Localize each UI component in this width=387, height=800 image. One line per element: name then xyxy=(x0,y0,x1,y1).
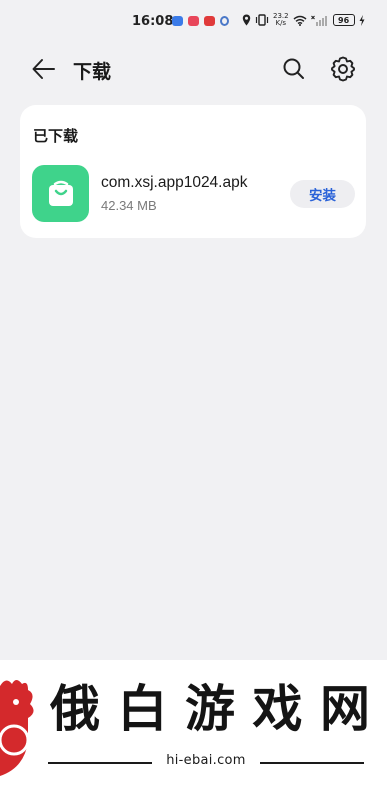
watermark-char: 白 xyxy=(117,680,168,738)
downloaded-card: 已下载 com.xsj.app1024.apk 42.34 MB 安装 xyxy=(20,105,366,238)
file-size: 42.34 MB xyxy=(101,198,157,213)
notification-icon xyxy=(172,16,183,26)
download-item[interactable]: com.xsj.app1024.apk 42.34 MB 安装 xyxy=(20,163,366,225)
app-header: 下载 xyxy=(0,48,387,90)
status-time: 16:08 xyxy=(132,14,174,29)
watermark-banner: 俄 白 游 戏 网 hi-ebai.com xyxy=(0,660,387,800)
shopping-bag-icon xyxy=(48,180,73,206)
install-button[interactable]: 安装 xyxy=(290,180,355,208)
watermark-divider xyxy=(260,762,364,764)
watermark-title: 俄 白 游 戏 网 xyxy=(50,674,370,738)
page-title: 下载 xyxy=(73,62,112,83)
settings-button[interactable] xyxy=(329,55,357,83)
file-name: com.xsj.app1024.apk xyxy=(101,174,248,191)
watermark-char: 俄 xyxy=(50,680,100,738)
app-icon xyxy=(32,165,89,222)
watermark-divider xyxy=(48,762,152,764)
notification-icon xyxy=(204,16,215,26)
battery-indicator: 96 xyxy=(332,14,355,26)
vibrate-icon xyxy=(255,14,269,26)
network-speed-unit: K/s xyxy=(275,19,287,27)
notification-icon xyxy=(220,16,229,26)
status-icons: 23.2 K/s 96 xyxy=(242,13,365,27)
watermark-char: 网 xyxy=(320,680,370,738)
network-speed: 23.2 K/s xyxy=(273,13,289,27)
rooster-logo-icon xyxy=(0,680,34,776)
notification-icon xyxy=(188,16,199,26)
gear-icon xyxy=(331,56,355,82)
back-button[interactable] xyxy=(30,56,58,82)
watermark-url: hi-ebai.com xyxy=(166,753,246,768)
signal-icon xyxy=(310,15,327,26)
location-icon xyxy=(242,14,251,26)
section-title: 已下载 xyxy=(33,128,79,145)
download-manager-screen: 16:08 23.2 K/s 96 下载 已下载 com.xsj.app1024… xyxy=(0,0,387,800)
search-button[interactable] xyxy=(281,56,307,82)
charging-icon xyxy=(359,14,365,26)
status-bar: 16:08 23.2 K/s 96 xyxy=(0,0,387,44)
watermark-char: 戏 xyxy=(252,680,303,738)
search-icon xyxy=(283,58,304,79)
wifi-icon xyxy=(293,15,307,26)
arrow-left-icon xyxy=(32,59,55,79)
watermark-char: 游 xyxy=(185,680,235,738)
